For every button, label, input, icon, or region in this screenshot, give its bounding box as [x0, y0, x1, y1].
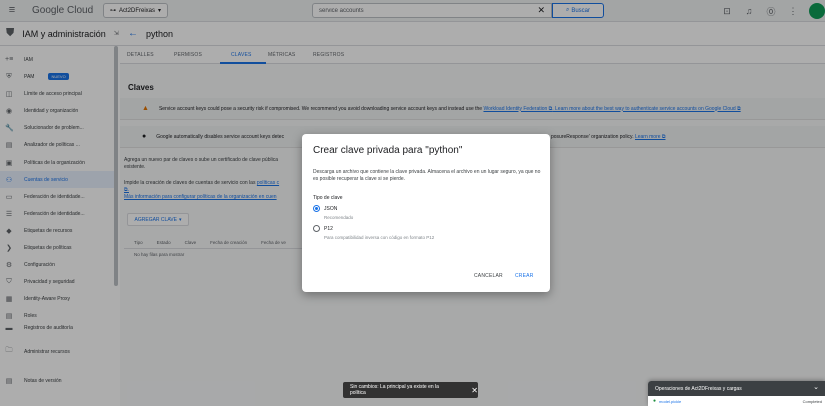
p12-hint: Para compatibilidad inversa con código e…	[324, 235, 435, 240]
radio-p12[interactable]: P12	[313, 225, 333, 232]
cancel-button[interactable]: CANCELAR	[474, 273, 503, 279]
create-key-dialog: Crear clave privada para "python" Descar…	[302, 134, 550, 292]
radio-json-label: JSON	[324, 205, 338, 212]
operation-name[interactable]: model.pickle	[659, 399, 681, 404]
radio-p12-label: P12	[324, 225, 333, 232]
json-hint: Recomendado	[324, 215, 354, 220]
radio-selected-icon[interactable]	[313, 205, 320, 212]
operations-title: Operaciones de Act2DFreixas y cargas	[655, 385, 742, 392]
check-circle-icon: ●	[653, 398, 657, 404]
dialog-description: Descarga un archivo que contiene la clav…	[313, 169, 541, 182]
close-icon[interactable]: ✕	[471, 386, 478, 395]
key-type-label: Tipo de clave	[313, 195, 343, 201]
radio-unselected-icon[interactable]	[313, 225, 320, 232]
operation-row: ● model.pickle Completed	[648, 396, 825, 406]
dialog-title: Crear clave privada para "python"	[313, 145, 463, 156]
chevron-down-icon[interactable]: ⌄	[813, 383, 819, 391]
operations-panel: Operaciones de Act2DFreixas y cargas ⌄ ●…	[648, 381, 825, 406]
snackbar-text: Sin cambios: La principal ya existe en l…	[350, 384, 439, 396]
radio-json[interactable]: JSON	[313, 205, 337, 212]
snackbar: Sin cambios: La principal ya existe en l…	[343, 382, 478, 398]
operations-header[interactable]: Operaciones de Act2DFreixas y cargas ⌄	[648, 381, 825, 396]
create-button[interactable]: CREAR	[515, 273, 534, 279]
operation-status: Completed	[802, 398, 822, 404]
